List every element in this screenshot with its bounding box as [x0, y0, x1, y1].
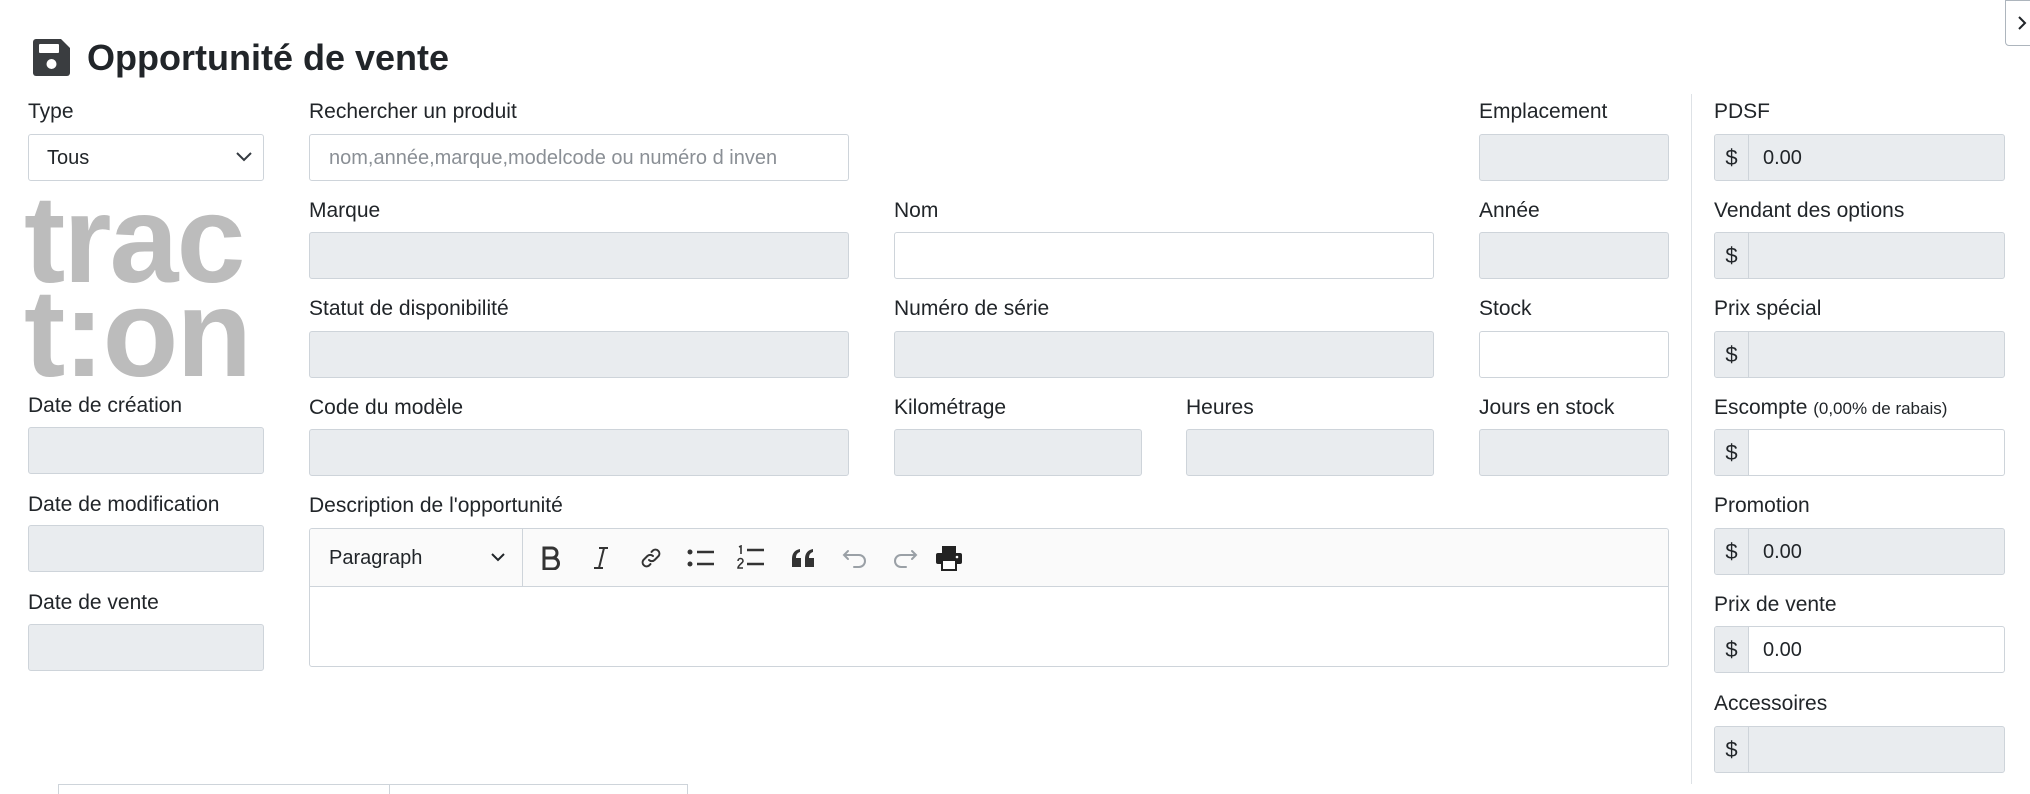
- logo-line-2: t:on: [24, 265, 252, 403]
- currency-addon: $: [1715, 233, 1749, 278]
- quote-icon: [792, 549, 814, 567]
- bold-icon: [542, 546, 560, 570]
- msrp-field: $ 0.00: [1714, 134, 2005, 181]
- description-editor[interactable]: Paragraph: [309, 528, 1669, 667]
- undo-icon: [842, 550, 866, 568]
- stock-label: Stock: [1479, 297, 1532, 320]
- serial-number-field: [894, 331, 1434, 378]
- model-code-field: [309, 429, 849, 476]
- blockquote-button[interactable]: [788, 543, 818, 573]
- link-icon: [641, 548, 661, 568]
- currency-addon: $: [1715, 529, 1749, 574]
- discount-note: (0,00% de rabais): [1813, 399, 1948, 418]
- description-label: Description de l'opportunité: [309, 494, 563, 517]
- discount-label-text: Escompte: [1714, 396, 1808, 419]
- accessories-label: Accessoires: [1714, 692, 1828, 715]
- name-input[interactable]: [894, 232, 1434, 279]
- redo-button[interactable]: [890, 543, 920, 573]
- discount-label: Escompte (0,00% de rabais): [1714, 396, 1947, 421]
- redo-icon: [894, 550, 918, 568]
- stock-input[interactable]: [1479, 331, 1669, 378]
- link-button[interactable]: [636, 543, 666, 573]
- sale-price-input[interactable]: $ 0.00: [1714, 626, 2005, 673]
- sale-date-field: [28, 624, 264, 671]
- italic-button[interactable]: [586, 543, 616, 573]
- type-select-value: Tous: [47, 147, 90, 169]
- paragraph-style-value: Paragraph: [329, 547, 423, 569]
- product-search-placeholder: nom,année,marque,modelcode ou numéro d i…: [329, 147, 778, 169]
- bulleted-list-button[interactable]: [686, 543, 716, 573]
- modified-date-label: Date de modification: [28, 493, 220, 516]
- mileage-label: Kilométrage: [894, 396, 1007, 419]
- numbered-list-button[interactable]: [736, 543, 766, 573]
- special-price-field: $: [1714, 331, 2005, 378]
- msrp-label: PDSF: [1714, 100, 1771, 123]
- product-search-input[interactable]: nom,année,marque,modelcode ou numéro d i…: [309, 134, 849, 181]
- undo-button[interactable]: [840, 543, 870, 573]
- promotion-label: Promotion: [1714, 494, 1810, 517]
- type-label: Type: [28, 100, 74, 123]
- created-date-label: Date de création: [28, 394, 183, 417]
- chevron-down-icon: [491, 553, 505, 562]
- sale-date-label: Date de vente: [28, 591, 159, 614]
- options-seller-field: $: [1714, 232, 2005, 279]
- traction-logo: trac t:on: [24, 178, 268, 396]
- modified-date-field: [28, 525, 264, 572]
- availability-label: Statut de disponibilité: [309, 297, 509, 320]
- currency-addon: $: [1715, 332, 1749, 377]
- currency-addon: $: [1715, 430, 1749, 475]
- brand-field: [309, 232, 849, 279]
- promotion-field: $ 0.00: [1714, 528, 2005, 575]
- currency-addon: $: [1715, 627, 1749, 672]
- sale-price-value: 0.00: [1763, 639, 1802, 661]
- mileage-field: [894, 429, 1142, 476]
- collapse-panel-button[interactable]: [2005, 0, 2030, 46]
- location-label: Emplacement: [1479, 100, 1608, 123]
- days-in-stock-label: Jours en stock: [1479, 396, 1615, 419]
- currency-addon: $: [1715, 135, 1749, 180]
- model-code-label: Code du modèle: [309, 396, 464, 419]
- currency-addon: $: [1715, 727, 1749, 772]
- sale-price-label: Prix de vente: [1714, 593, 1837, 616]
- hours-label: Heures: [1186, 396, 1254, 419]
- page-title: Opportunité de vente: [87, 37, 450, 78]
- product-search-label: Rechercher un produit: [309, 100, 517, 123]
- paragraph-style-dropdown[interactable]: Paragraph: [310, 529, 523, 586]
- year-field: [1479, 232, 1669, 279]
- pricing-divider: [1691, 94, 1692, 784]
- brand-label: Marque: [309, 199, 381, 222]
- bottom-tabs[interactable]: [58, 784, 688, 794]
- created-date-field: [28, 427, 264, 474]
- accessories-field: $: [1714, 726, 2005, 773]
- promotion-value: 0.00: [1763, 541, 1802, 563]
- italic-icon: [594, 547, 608, 569]
- numbered-list-icon: [737, 545, 764, 569]
- availability-field: [309, 331, 849, 378]
- print-button[interactable]: [934, 543, 964, 573]
- save-icon: [33, 39, 70, 76]
- bold-button[interactable]: [536, 543, 566, 573]
- serial-number-label: Numéro de série: [894, 297, 1050, 320]
- name-label: Nom: [894, 199, 939, 222]
- tab-separator: [389, 785, 390, 794]
- discount-input[interactable]: $: [1714, 429, 2005, 476]
- editor-toolbar: Paragraph: [310, 529, 1668, 587]
- bulleted-list-icon: [687, 549, 714, 567]
- special-price-label: Prix spécial: [1714, 297, 1822, 320]
- hours-field: [1186, 429, 1434, 476]
- msrp-value: 0.00: [1763, 147, 1802, 169]
- options-seller-label: Vendant des options: [1714, 199, 1905, 222]
- chevron-right-icon: [2018, 16, 2027, 30]
- days-in-stock-field: [1479, 429, 1669, 476]
- location-field: [1479, 134, 1669, 181]
- year-label: Année: [1479, 199, 1540, 222]
- print-icon: [936, 546, 962, 571]
- chevron-down-icon: [236, 152, 252, 162]
